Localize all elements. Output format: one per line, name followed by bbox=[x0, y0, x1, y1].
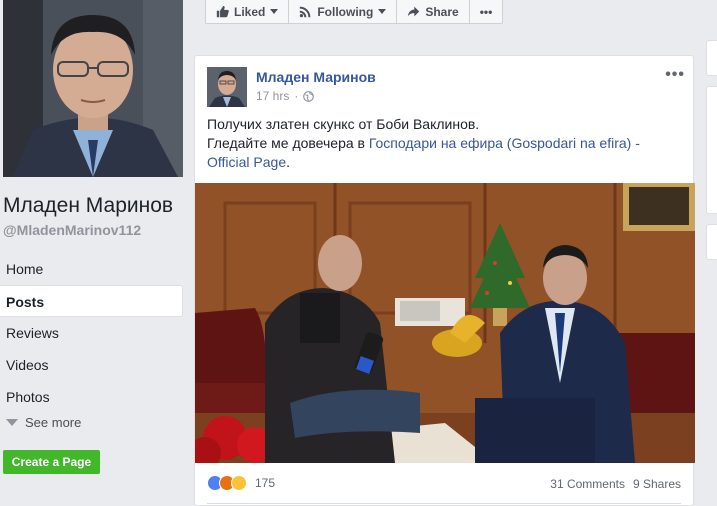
right-sidebar-card bbox=[706, 40, 717, 76]
share-arrow-icon bbox=[408, 6, 420, 17]
post-options-button[interactable]: ••• bbox=[665, 66, 685, 84]
post-photo[interactable] bbox=[195, 183, 695, 463]
page-handle[interactable]: @MladenMarinov112 bbox=[3, 222, 141, 238]
shares-count[interactable]: 9 Shares bbox=[633, 477, 681, 491]
rss-icon bbox=[300, 6, 311, 18]
reaction-count: 175 bbox=[255, 476, 276, 490]
liked-button[interactable]: Liked bbox=[206, 0, 290, 23]
caret-down-icon bbox=[270, 9, 279, 14]
page-name[interactable]: Младен Маринов bbox=[3, 194, 173, 218]
create-page-button[interactable]: Create a Page bbox=[3, 450, 100, 474]
post-meta: 17 hrs · bbox=[256, 89, 315, 103]
post-line-2: Гледайте ме довечера в Господари на ефир… bbox=[207, 134, 677, 172]
post-text: Получих златен скункс от Боби Ваклинов. … bbox=[207, 115, 677, 172]
divider bbox=[207, 503, 681, 504]
chevron-down-icon bbox=[6, 419, 18, 426]
left-column: Младен Маринов @MladenMarinov112 Home Po… bbox=[0, 0, 185, 506]
share-button[interactable]: Share bbox=[397, 0, 470, 23]
post-author-name[interactable]: Младен Маринов bbox=[256, 69, 376, 85]
profile-picture[interactable] bbox=[3, 0, 183, 177]
right-sidebar-card bbox=[706, 224, 717, 260]
thumbs-up-icon bbox=[216, 5, 229, 18]
post-line-1: Получих златен скункс от Боби Ваклинов. bbox=[207, 116, 480, 132]
wow-reaction-icon bbox=[231, 475, 247, 491]
page-nav: Home Posts Reviews Videos Photos bbox=[0, 253, 183, 413]
nav-item-reviews[interactable]: Reviews bbox=[0, 317, 183, 349]
author-avatar[interactable] bbox=[207, 67, 247, 107]
post-timestamp[interactable]: 17 hrs bbox=[256, 89, 289, 103]
more-options-button[interactable]: ••• bbox=[470, 0, 503, 23]
share-label: Share bbox=[425, 4, 459, 19]
nav-item-home[interactable]: Home bbox=[0, 253, 183, 285]
nav-item-videos[interactable]: Videos bbox=[0, 349, 183, 381]
reactions-summary[interactable]: 175 bbox=[207, 475, 275, 491]
see-more-label: See more bbox=[25, 415, 82, 430]
post-line-2-suffix: . bbox=[286, 154, 291, 170]
globe-icon bbox=[303, 90, 315, 102]
liked-label: Liked bbox=[234, 4, 266, 19]
comments-count[interactable]: 31 Comments bbox=[550, 477, 625, 491]
see-more-link[interactable]: See more bbox=[6, 415, 81, 430]
post-line-2-prefix: Гледайте ме довечера в bbox=[207, 135, 369, 151]
page-action-bar: Liked Following Share ••• bbox=[205, 0, 503, 24]
nav-item-photos[interactable]: Photos bbox=[0, 381, 183, 413]
right-sidebar-card bbox=[706, 86, 717, 214]
following-button[interactable]: Following bbox=[289, 0, 398, 23]
nav-item-posts[interactable]: Posts bbox=[0, 285, 183, 317]
following-label: Following bbox=[317, 4, 374, 19]
caret-down-icon bbox=[378, 9, 387, 14]
engagement-counts: 31 Comments 9 Shares bbox=[550, 477, 681, 491]
post-card: Младен Маринов 17 hrs · ••• Получих злат… bbox=[194, 55, 695, 506]
